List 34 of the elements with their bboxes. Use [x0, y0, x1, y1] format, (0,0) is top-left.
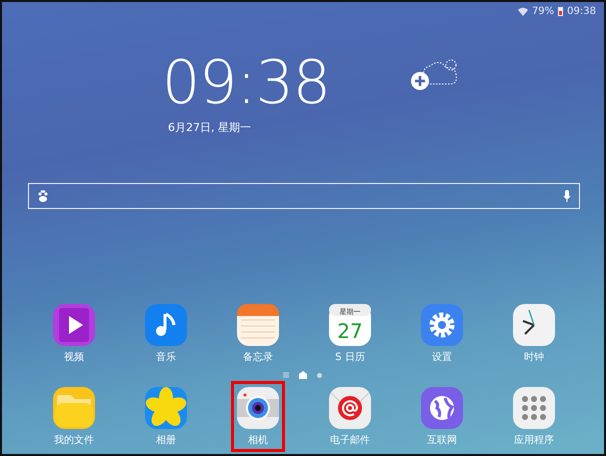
- app-shortcut[interactable]: 相机: [234, 384, 282, 449]
- home-icon[interactable]: [298, 371, 306, 379]
- battery-icon: [558, 6, 564, 16]
- clock-time: 09:38: [162, 52, 330, 114]
- app-shortcut[interactable]: 电子邮件: [326, 384, 374, 449]
- paw-icon: [37, 190, 49, 202]
- app-shortcut[interactable]: 互联网: [418, 384, 466, 449]
- app-shortcut[interactable]: 设置: [418, 301, 466, 366]
- wifi-icon: [518, 6, 528, 16]
- search-bar[interactable]: [28, 183, 580, 209]
- app-shortcut[interactable]: 我的文件: [50, 384, 98, 449]
- app-grid-icon: [513, 387, 555, 429]
- app-shortcut[interactable]: 时钟: [510, 301, 558, 366]
- app-shortcut[interactable]: 相册: [142, 384, 190, 449]
- app-shortcut[interactable]: 应用程序: [510, 384, 558, 449]
- battery-percent: 79%: [532, 6, 554, 16]
- app-shortcut[interactable]: 备忘录: [234, 301, 282, 366]
- microphone-icon[interactable]: [563, 190, 571, 202]
- globe-icon: [421, 387, 463, 429]
- folder-icon: [53, 387, 95, 429]
- play-icon: [53, 304, 95, 346]
- app-shortcut[interactable]: 音乐: [142, 301, 190, 366]
- email-icon: [329, 387, 371, 429]
- day-number: 27: [337, 319, 363, 343]
- music-note-icon: [145, 304, 187, 346]
- clock-date: 6月27日, 星期一: [168, 120, 252, 135]
- settings-icon: [421, 304, 463, 346]
- clock-icon: [513, 304, 555, 346]
- app-shortcut[interactable]: 视频: [50, 301, 98, 366]
- flower-icon: [145, 387, 187, 429]
- camera-icon: [237, 387, 279, 429]
- page-dot-icon[interactable]: [316, 372, 322, 378]
- status-time: 09:38: [567, 6, 596, 16]
- notepad-icon: [237, 304, 279, 346]
